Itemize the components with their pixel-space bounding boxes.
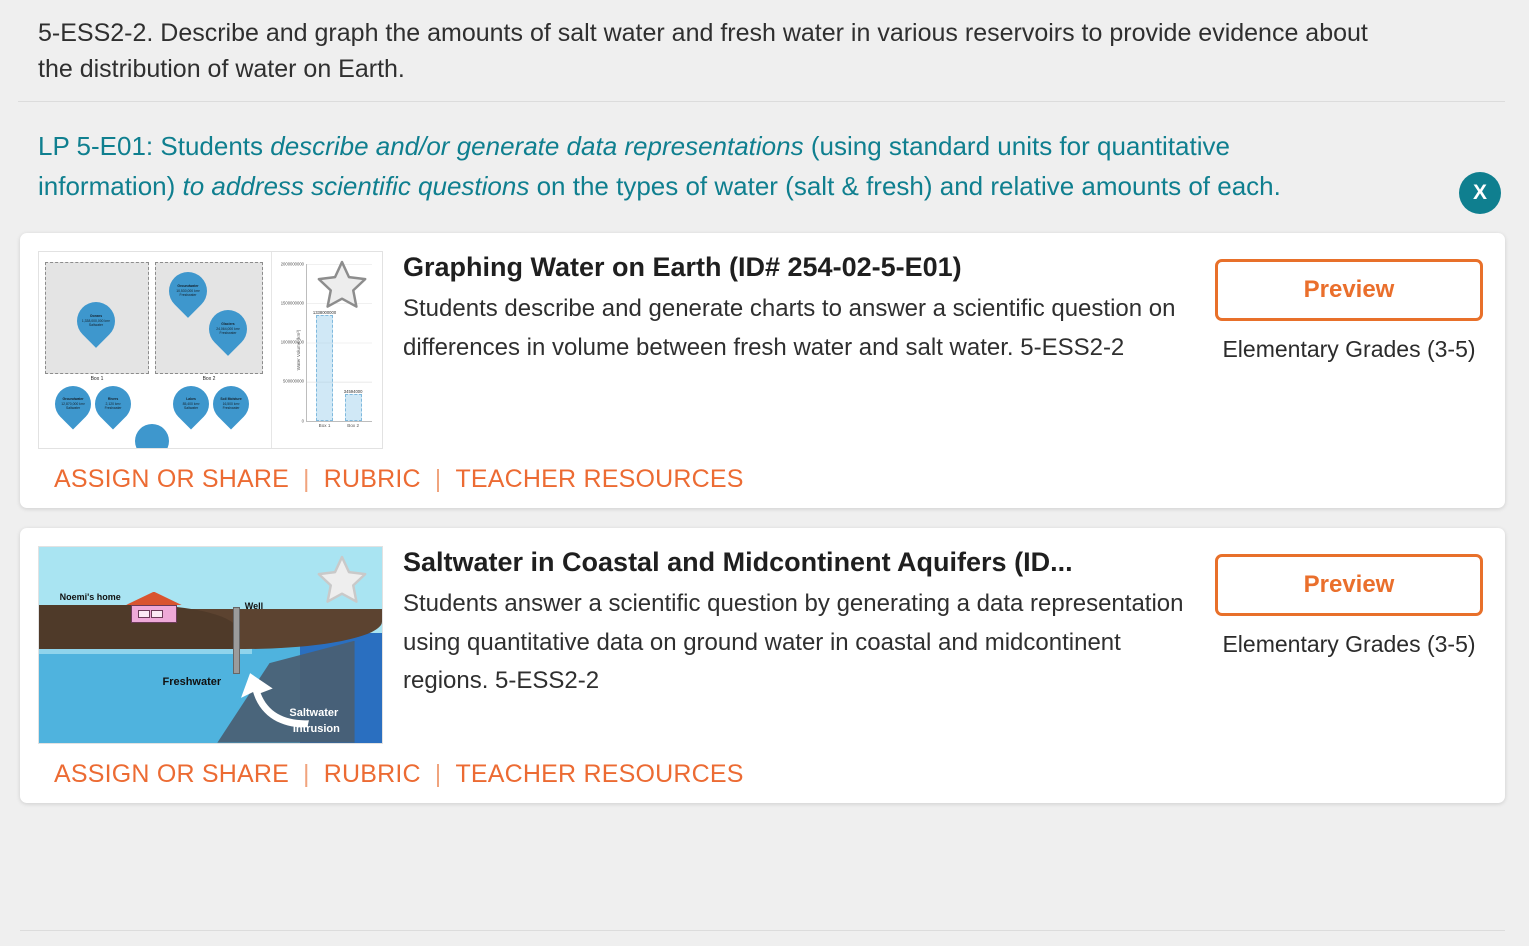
resource-card-body: Saltwater in Coastal and Midcontinent Aq… <box>383 546 1215 701</box>
house-icon <box>125 591 183 624</box>
learning-performance-text: LP 5-E01: Students describe and/or gener… <box>38 126 1359 207</box>
box-1-label: Box 1 <box>90 375 104 382</box>
standard-text: 5-ESS2-2. Describe and graph the amounts… <box>38 19 1368 83</box>
chart-bar-box-2-value: 34594000 <box>343 388 363 394</box>
resource-thumbnail[interactable]: Box 1 Box 2 Oceans 1,338,000,000 km³ Sal… <box>38 250 383 449</box>
drop-extra <box>127 416 177 448</box>
drop-rivers: Rivers 2,120 km³ Freshwater <box>87 378 139 430</box>
resource-title[interactable]: Graphing Water on Earth (ID# 254-02-5-E0… <box>403 251 1197 285</box>
chart-bar-box-1: 1338000000 Box 1 <box>313 310 336 427</box>
drops-panel: Box 1 Box 2 Oceans 1,338,000,000 km³ Sal… <box>39 251 272 448</box>
star-icon[interactable] <box>314 258 370 312</box>
standard-block: 5-ESS2-2. Describe and graph the amounts… <box>0 0 1529 101</box>
label-well: Well <box>244 601 264 612</box>
link-separator: | <box>303 759 310 788</box>
drop-groundwater-salt: Groundwater 12,870,000 km³ Saltwater <box>47 378 99 430</box>
box-2-label: Box 2 <box>202 375 216 382</box>
box-2 <box>155 261 263 374</box>
resource-card: Box 1 Box 2 Oceans 1,338,000,000 km³ Sal… <box>20 232 1505 508</box>
link-separator: | <box>434 464 442 493</box>
chart-ytick-3: 1500000000 <box>280 300 304 306</box>
teacher-resources-link[interactable]: TEACHER RESOURCES <box>455 465 743 494</box>
label-saltwater-intrusion-line1: Saltwater <box>289 707 339 720</box>
label-saltwater-intrusion-line2: Intrusion <box>292 722 340 735</box>
preview-button[interactable]: Preview <box>1215 258 1483 321</box>
drop-oceans-kind: Saltwater <box>88 322 104 327</box>
house-body <box>131 604 177 624</box>
teacher-resources-link[interactable]: TEACHER RESOURCES <box>455 760 743 789</box>
resource-description: Students describe and generate charts to… <box>403 295 1176 361</box>
drop-soil-moisture: Soil Moisture 16,500 km³ Freshwater <box>205 378 257 430</box>
drop-soil-moisture-kind: Freshwater <box>222 405 240 410</box>
grade-level-label: Elementary Grades (3-5) <box>1222 335 1476 362</box>
rubric-link[interactable]: RUBRIC <box>324 760 421 789</box>
drop-lakes: Lakes 85,400 km³ Saltwater <box>165 378 217 430</box>
house-window-left <box>138 610 150 618</box>
resource-card-body: Graphing Water on Earth (ID# 254-02-5-E0… <box>383 251 1215 368</box>
resource-card: Noemi's home Well Freshwater Saltwater I… <box>20 527 1505 803</box>
resource-thumbnail[interactable]: Noemi's home Well Freshwater Saltwater I… <box>38 545 383 744</box>
link-separator: | <box>434 759 442 788</box>
star-icon[interactable] <box>314 553 370 607</box>
label-noemis-home: Noemi's home <box>59 591 121 602</box>
learning-performance-block: LP 5-E01: Students describe and/or gener… <box>0 102 1529 233</box>
drop-groundwater-fresh-text: Groundwater 10,530,000 km³ Freshwater <box>171 284 205 298</box>
close-button[interactable]: X <box>1459 172 1501 214</box>
resource-description: Students answer a scientific question by… <box>403 590 1184 695</box>
chart-ytick-1: 500000000 <box>283 378 304 384</box>
resource-card-side: Preview Elementary Grades (3-5) <box>1215 251 1483 365</box>
resource-card-links: ASSIGN OR SHARE | RUBRIC | TEACHER RESOU… <box>38 760 1483 789</box>
drop-groundwater-salt-text: Groundwater 12,870,000 km³ Saltwater <box>57 397 89 411</box>
resource-card-links: ASSIGN OR SHARE | RUBRIC | TEACHER RESOU… <box>38 465 1483 494</box>
chart-ytick-2: 1000000000 <box>280 339 304 345</box>
link-separator: | <box>303 464 310 493</box>
resource-card-main: Noemi's home Well Freshwater Saltwater I… <box>38 545 1483 744</box>
house-window-right <box>151 610 163 618</box>
chart-y-axis-label: Water Volume (km³) <box>295 329 301 370</box>
drop-lakes-kind: Saltwater <box>183 405 199 410</box>
resource-title[interactable]: Saltwater in Coastal and Midcontinent Aq… <box>403 546 1197 580</box>
drop-soil-moisture-text: Soil Moisture 16,500 km³ Freshwater <box>215 397 247 411</box>
chart-ytick-4: 2000000000 <box>280 261 304 267</box>
chart-xtick-box-2: Box 2 <box>347 422 359 428</box>
drop-rivers-text: Rivers 2,120 km³ Freshwater <box>97 397 129 411</box>
grade-level-label: Elementary Grades (3-5) <box>1222 630 1476 657</box>
preview-button[interactable]: Preview <box>1215 553 1483 616</box>
chart-bar-box-2: 34594000 Box 2 <box>344 389 363 428</box>
chart-xtick-box-1: Box 1 <box>318 422 331 428</box>
well-pipe <box>232 607 241 675</box>
lp-prefix: LP 5-E01: Students <box>38 131 271 161</box>
chart-ytick-0: 0 <box>301 418 304 424</box>
lp-italic-2: to address scientific questions <box>182 171 530 202</box>
drop-groundwater-salt-kind: Saltwater <box>65 405 81 410</box>
label-freshwater: Freshwater <box>162 675 222 688</box>
drop-glaciers-kind: Freshwater <box>219 330 237 335</box>
house-roof <box>125 591 183 606</box>
assign-or-share-link[interactable]: ASSIGN OR SHARE <box>54 465 289 494</box>
lp-suffix: on the types of water (salt & fresh) and… <box>529 171 1281 202</box>
resource-card-main: Box 1 Box 2 Oceans 1,338,000,000 km³ Sal… <box>38 250 1483 449</box>
drop-lakes-text: Lakes 85,400 km³ Saltwater <box>175 397 207 411</box>
resource-card-side: Preview Elementary Grades (3-5) <box>1215 546 1483 660</box>
drop-groundwater-fresh-kind: Freshwater <box>179 292 197 297</box>
assign-or-share-link[interactable]: ASSIGN OR SHARE <box>54 760 289 789</box>
drop-oceans-text: Oceans 1,338,000,000 km³ Saltwater <box>79 314 113 328</box>
divider-bottom <box>20 930 1505 931</box>
drop-rivers-kind: Freshwater <box>104 405 122 410</box>
rubric-link[interactable]: RUBRIC <box>324 465 421 494</box>
lp-italic-1: describe and/or generate data representa… <box>270 131 804 161</box>
drop-glaciers-text: Glaciers 24,064,000 km³ Freshwater <box>211 322 245 336</box>
